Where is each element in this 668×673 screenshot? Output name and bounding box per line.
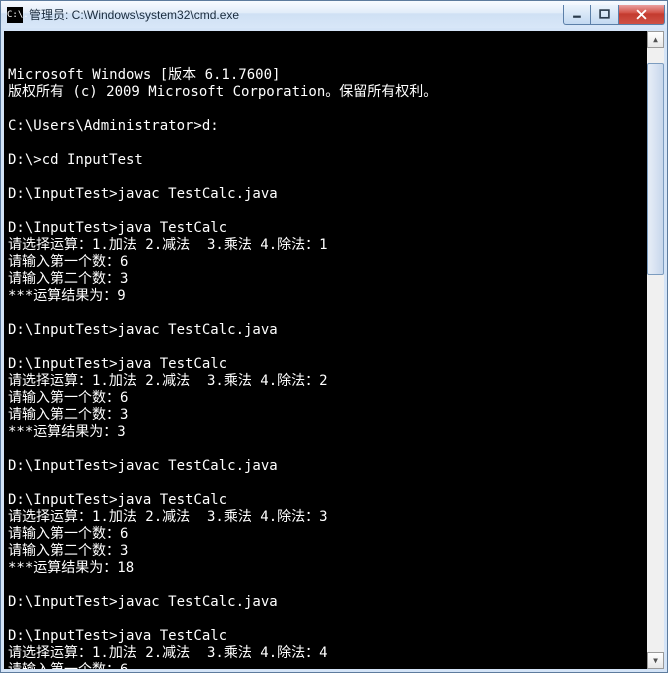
- window-title: 管理员: C:\Windows\system32\cmd.exe: [29, 6, 563, 23]
- close-button[interactable]: [619, 5, 665, 25]
- terminal-line: ***运算结果为：3: [8, 424, 660, 441]
- terminal-line: 请输入第一个数：6: [8, 526, 660, 543]
- window-controls: [563, 5, 665, 25]
- terminal-line: 请输入第一个数：6: [8, 254, 660, 271]
- terminal-line: [8, 169, 660, 186]
- terminal-output[interactable]: Microsoft Windows [版本 6.1.7600]版权所有 (c) …: [4, 31, 664, 669]
- terminal-line: [8, 475, 660, 492]
- terminal-line: [8, 611, 660, 628]
- terminal-line: ***运算结果为：18: [8, 560, 660, 577]
- terminal-line: D:\InputTest>javac TestCalc.java: [8, 322, 660, 339]
- window-client-area: Microsoft Windows [版本 6.1.7600]版权所有 (c) …: [0, 28, 668, 673]
- terminal-line: 请输入第一个数：6: [8, 390, 660, 407]
- terminal-line: ***运算结果为：9: [8, 288, 660, 305]
- terminal-line: D:\InputTest>javac TestCalc.java: [8, 186, 660, 203]
- terminal-line: [8, 577, 660, 594]
- terminal-line: 请输入第二个数：3: [8, 543, 660, 560]
- terminal-line: 请选择运算：1.加法 2.减法 3.乘法 4.除法：4: [8, 645, 660, 662]
- terminal-line: D:\InputTest>java TestCalc: [8, 492, 660, 509]
- scroll-up-arrow-icon[interactable]: ▲: [647, 31, 664, 48]
- minimize-button[interactable]: [563, 5, 591, 25]
- terminal-line: D:\>cd InputTest: [8, 152, 660, 169]
- vertical-scrollbar[interactable]: ▲ ▼: [647, 31, 664, 669]
- terminal-line: D:\InputTest>javac TestCalc.java: [8, 594, 660, 611]
- terminal-line: 请选择运算：1.加法 2.减法 3.乘法 4.除法：3: [8, 509, 660, 526]
- terminal-line: 请选择运算：1.加法 2.减法 3.乘法 4.除法：2: [8, 373, 660, 390]
- terminal-line: [8, 305, 660, 322]
- terminal-line: Microsoft Windows [版本 6.1.7600]: [8, 67, 660, 84]
- terminal-line: [8, 101, 660, 118]
- scroll-down-arrow-icon[interactable]: ▼: [647, 652, 664, 669]
- cmd-icon: C:\.: [7, 7, 23, 23]
- terminal-line: D:\InputTest>javac TestCalc.java: [8, 458, 660, 475]
- terminal-line: [8, 339, 660, 356]
- terminal-line: C:\Users\Administrator>d:: [8, 118, 660, 135]
- terminal-line: D:\InputTest>java TestCalc: [8, 220, 660, 237]
- terminal-line: D:\InputTest>java TestCalc: [8, 356, 660, 373]
- scroll-thumb[interactable]: [647, 63, 664, 275]
- terminal-line: D:\InputTest>java TestCalc: [8, 628, 660, 645]
- maximize-button[interactable]: [591, 5, 619, 25]
- terminal-line: 请输入第二个数：3: [8, 407, 660, 424]
- terminal-line: [8, 441, 660, 458]
- scroll-track[interactable]: [647, 48, 664, 652]
- terminal-line: 请输入第一个数：6: [8, 662, 660, 669]
- terminal-line: 版权所有 (c) 2009 Microsoft Corporation。保留所有…: [8, 84, 660, 101]
- terminal-text: Microsoft Windows [版本 6.1.7600]版权所有 (c) …: [8, 67, 660, 669]
- window-titlebar[interactable]: C:\. 管理员: C:\Windows\system32\cmd.exe: [0, 0, 668, 28]
- terminal-line: 请输入第二个数：3: [8, 271, 660, 288]
- terminal-line: [8, 135, 660, 152]
- terminal-line: 请选择运算：1.加法 2.减法 3.乘法 4.除法：1: [8, 237, 660, 254]
- terminal-line: [8, 203, 660, 220]
